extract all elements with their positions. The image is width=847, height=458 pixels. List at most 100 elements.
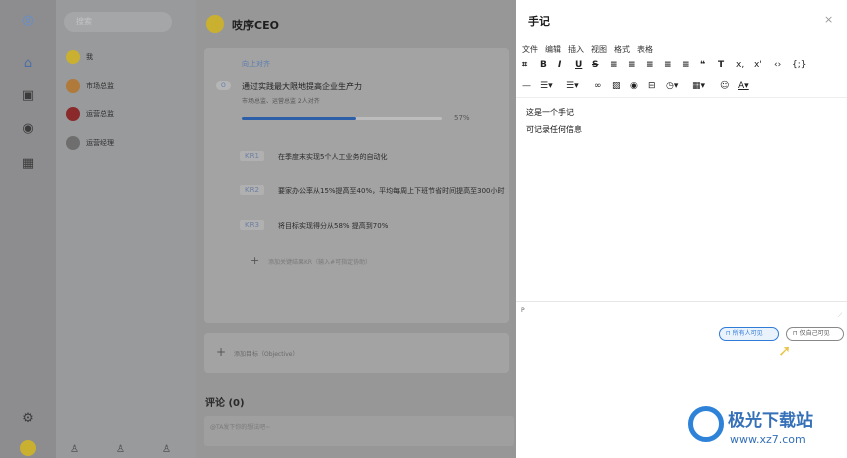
code-block-icon[interactable]: {;} <box>792 60 806 70</box>
app-window: ◎ ⌂ ▣ ◉ ▦ ⚙ 搜索 我 市场总监 运营总监 运营经理 ♙ ♙ ♙ 吱序… <box>0 0 847 458</box>
sidebar: 搜索 我 市场总监 运营总监 运营经理 ♙ ♙ ♙ <box>56 0 196 458</box>
target-icon[interactable]: ◉ <box>19 120 37 138</box>
underline-icon[interactable]: U <box>575 60 582 70</box>
home-icon[interactable]: ⌂ <box>19 55 37 73</box>
watermark-url: www.xz7.com <box>730 433 806 446</box>
visibility-self-button[interactable]: ⊓ 仅自己可见 <box>786 327 844 341</box>
avatar <box>66 50 80 64</box>
sidebar-item-ops-manager[interactable]: 运营经理 <box>56 131 196 157</box>
numbered-list-icon[interactable]: ☰▾ <box>566 81 579 91</box>
progress-bar <box>242 117 356 120</box>
menu-format[interactable]: 格式 <box>614 44 630 55</box>
align-left-icon[interactable]: ≡ <box>610 60 618 70</box>
kr-item[interactable]: KR2 要家办公率从15%提高至40%，平均每周上下班节省时间提高至300小时 <box>240 185 504 199</box>
sidebar-item-market[interactable]: 市场总监 <box>56 74 196 100</box>
preview-icon[interactable]: ◉ <box>630 81 638 91</box>
user-avatar[interactable] <box>20 440 36 456</box>
watermark-icon <box>688 406 724 442</box>
justify-icon[interactable]: ≡ <box>664 60 672 70</box>
content-line: 可记录任何信息 <box>526 125 582 134</box>
find-replace-icon[interactable]: ⌗ <box>522 60 527 70</box>
menu-file[interactable]: 文件 <box>522 44 538 55</box>
sidebar-item-me[interactable]: 我 <box>56 45 196 71</box>
status-path: P <box>521 307 525 314</box>
close-icon[interactable]: × <box>824 13 833 26</box>
superscript-icon[interactable]: x' <box>754 60 762 70</box>
kr-item[interactable]: KR1 在季度末实现5个人工业务的自动化 <box>240 151 500 165</box>
objective-meta: 市场总监、运营总监 2人对齐 <box>242 98 320 105</box>
lock-open-icon: ⊓ <box>726 330 733 337</box>
plus-icon[interactable]: + <box>250 254 259 267</box>
watermark-text: 极光下载站 <box>728 411 813 431</box>
editor-menubar: 文件 编辑 插入 视图 格式 表格 <box>522 42 660 55</box>
clipboard-icon[interactable]: ▣ <box>19 87 37 105</box>
kr-tag: KR3 <box>240 220 264 230</box>
menu-view[interactable]: 视图 <box>591 44 607 55</box>
user-icon[interactable]: ♙ <box>116 444 125 455</box>
okr-card: 向上对齐 O 通过实践最大限地提高企业生产力 市场总监、运营总监 2人对齐 57… <box>204 48 509 323</box>
left-rail: ◎ ⌂ ▣ ◉ ▦ ⚙ <box>0 0 56 458</box>
visibility-all-button[interactable]: ⊓ 所有人可见 <box>719 327 779 341</box>
kr-text: 在季度末实现5个人工业务的自动化 <box>278 153 388 161</box>
bullet-list-icon[interactable]: ☰▾ <box>540 81 553 91</box>
page-header: 吱序CEO <box>196 0 516 48</box>
objective-title[interactable]: 通过实践最大限地提高企业生产力 <box>242 81 362 92</box>
align-link[interactable]: 向上对齐 <box>242 59 270 69</box>
sidebar-item-ops-director[interactable]: 运营总监 <box>56 102 196 128</box>
note-dialog: 手记 × 文件 编辑 插入 视图 格式 表格 ⌗ B I U S ≡ ≡ ≡ ≡ ≡ ❝ … <box>516 0 847 458</box>
avatar <box>66 107 80 121</box>
progress-text: 57% <box>454 114 470 122</box>
comments-title: 评论 (0) <box>205 398 245 409</box>
progress-track <box>242 117 442 120</box>
table-icon[interactable]: ▦▾ <box>692 81 705 91</box>
align-right-icon[interactable]: ≡ <box>646 60 654 70</box>
sidebar-item-label: 市场总监 <box>86 82 114 90</box>
avatar <box>66 136 80 150</box>
search-input[interactable]: 搜索 <box>64 12 172 32</box>
page-title: 吱序CEO <box>232 19 279 32</box>
align-center-icon[interactable]: ≡ <box>628 60 636 70</box>
time-icon[interactable]: ◷▾ <box>666 81 678 91</box>
add-objective-input[interactable]: 添加目标（Objective） <box>234 349 298 358</box>
image-icon[interactable]: ▨ <box>612 81 621 91</box>
avatar <box>66 79 80 93</box>
horizontal-rule-icon[interactable]: — <box>522 81 531 91</box>
pagebreak-icon[interactable]: ⊟ <box>648 81 656 91</box>
plus-icon[interactable]: + <box>216 345 226 359</box>
clear-format-icon[interactable]: T <box>718 60 724 70</box>
menu-table[interactable]: 表格 <box>637 44 653 55</box>
menu-insert[interactable]: 插入 <box>568 44 584 55</box>
editor-content[interactable]: 这是一个手记 可记录任何信息 <box>516 97 847 302</box>
subscript-icon[interactable]: x, <box>736 60 744 70</box>
user-icon[interactable]: ♙ <box>70 444 79 455</box>
add-objective-card[interactable]: + 添加目标（Objective） <box>204 333 509 373</box>
text-color-icon[interactable]: A▾ <box>738 81 749 91</box>
objective-badge: O <box>216 81 231 90</box>
sidebar-item-label: 运营经理 <box>86 139 114 147</box>
comment-input[interactable]: @TA发下你的想法吧~ <box>204 416 514 446</box>
sidebar-item-label: 运营总监 <box>86 110 114 118</box>
add-kr-input[interactable]: 添加关键结果KR（输入#可指定协助） <box>268 257 371 266</box>
quote-icon[interactable]: ❝ <box>700 60 705 70</box>
settings-icon[interactable]: ⚙ <box>19 410 37 428</box>
user-icon[interactable]: ♙ <box>162 444 171 455</box>
menu-edit[interactable]: 编辑 <box>545 44 561 55</box>
link-icon[interactable]: ∞ <box>594 81 602 91</box>
visibility-all-label: 所有人可见 <box>732 330 763 337</box>
watermark-logo: 极光下载站 www.xz7.com <box>688 402 838 454</box>
indent-icon[interactable]: ≡ <box>682 60 690 70</box>
visibility-self-label: 仅自己可见 <box>799 330 830 337</box>
app-logo-icon[interactable]: ◎ <box>19 12 37 30</box>
kr-item[interactable]: KR3 将目标实现得分从58% 提高到70% <box>240 220 500 234</box>
strikethrough-icon[interactable]: S <box>592 60 598 70</box>
dialog-title: 手记 <box>528 15 550 28</box>
bold-icon[interactable]: B <box>540 60 547 70</box>
content-line: 这是一个手记 <box>526 108 574 117</box>
italic-icon[interactable]: I <box>558 60 561 70</box>
emoji-icon[interactable]: ☺ <box>720 81 729 91</box>
code-icon[interactable]: ‹› <box>774 60 781 70</box>
sidebar-item-label: 我 <box>86 53 93 61</box>
kr-text: 将目标实现得分从58% 提高到70% <box>278 222 389 230</box>
grid-icon[interactable]: ▦ <box>19 155 37 173</box>
resize-handle-icon[interactable]: ⟋ <box>838 312 842 320</box>
